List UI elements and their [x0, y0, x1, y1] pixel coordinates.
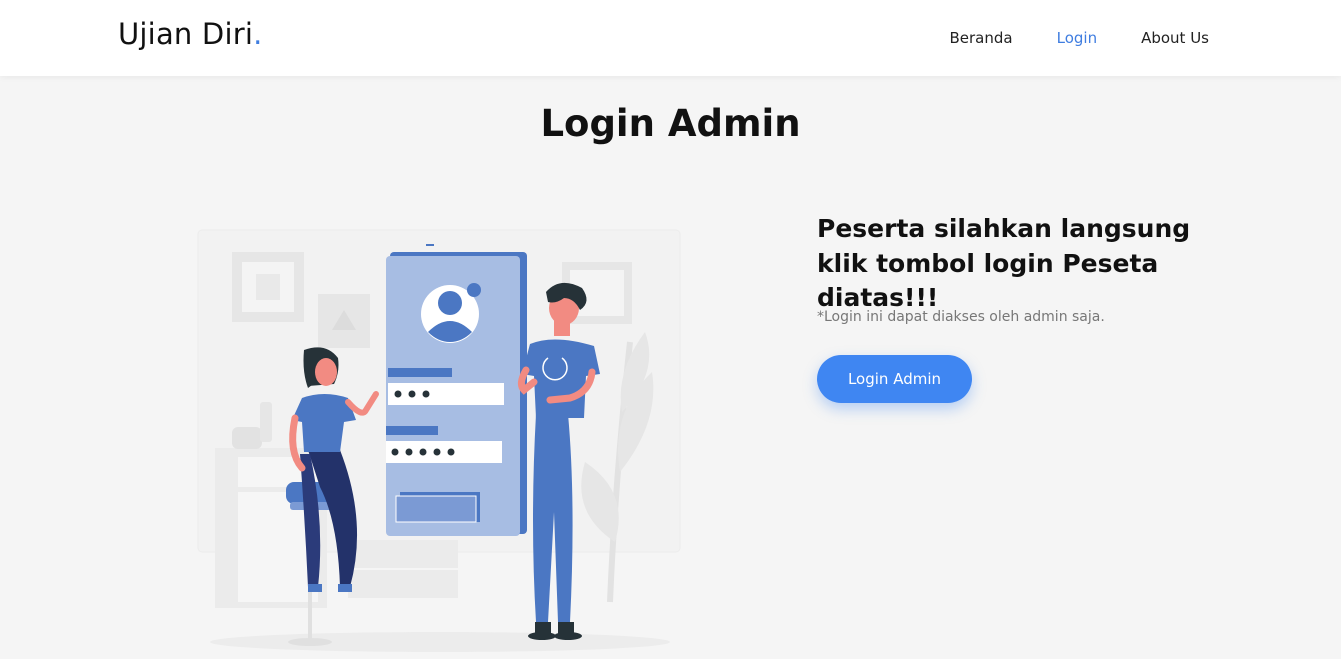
brand-name: Ujian Diri	[118, 17, 254, 51]
login-admin-button[interactable]: Login Admin	[817, 355, 972, 403]
nav-link-login[interactable]: Login	[1057, 29, 1097, 47]
page-title: Login Admin	[540, 102, 801, 145]
admin-only-note: *Login ini dapat diakses oleh admin saja…	[817, 309, 1105, 325]
main-nav: Beranda Login About Us	[950, 29, 1210, 47]
brand-dot: .	[253, 17, 263, 51]
login-instruction-heading: Peserta silahkan langsung klik tombol lo…	[817, 214, 1191, 312]
nav-link-about-us[interactable]: About Us	[1141, 29, 1209, 47]
brand-logo[interactable]: Ujian Diri.	[118, 17, 263, 51]
navbar: Ujian Diri. Beranda Login About Us	[0, 0, 1341, 76]
login-illustration	[190, 222, 690, 659]
nav-link-beranda[interactable]: Beranda	[950, 29, 1013, 47]
